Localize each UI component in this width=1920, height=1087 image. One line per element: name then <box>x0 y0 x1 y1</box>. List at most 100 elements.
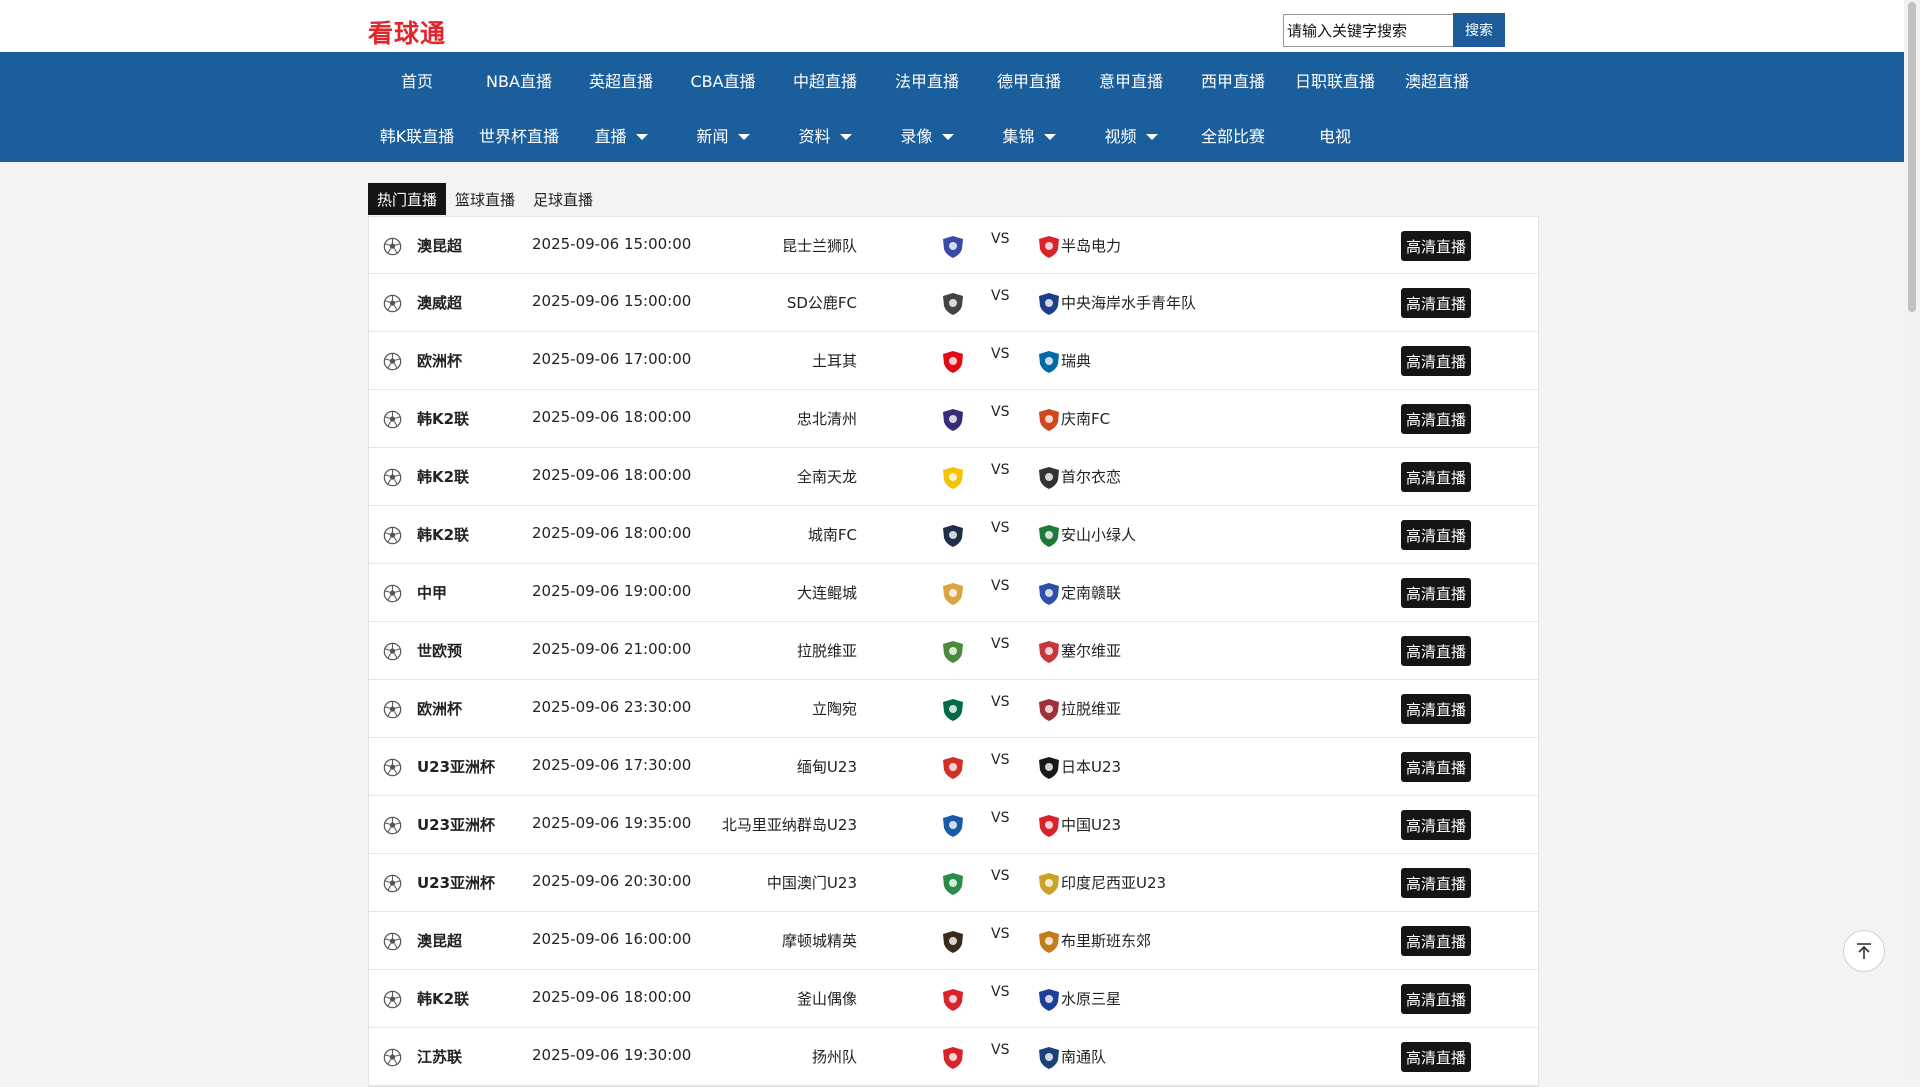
nav-item[interactable]: 视频 <box>1080 107 1182 162</box>
hd-live-button[interactable]: 高清直播 <box>1401 636 1471 666</box>
away-team[interactable]: 瑞典 <box>1061 350 1091 371</box>
away-team[interactable]: 拉脱维亚 <box>1061 698 1121 719</box>
nav-item[interactable]: 意甲直播 <box>1080 52 1182 107</box>
league-name[interactable]: 韩K2联 <box>417 988 469 1009</box>
vs-label: VS <box>991 520 1010 536</box>
nav-item[interactable]: 德甲直播 <box>978 52 1080 107</box>
nav-item[interactable]: 韩K联直播 <box>366 107 468 162</box>
hd-live-button[interactable]: 高清直播 <box>1401 1042 1471 1072</box>
home-team[interactable]: 大连鲲城 <box>797 582 857 603</box>
nav-item[interactable]: 中超直播 <box>774 52 876 107</box>
nav-item[interactable]: 录像 <box>876 107 978 162</box>
league-name[interactable]: 澳昆超 <box>417 930 462 951</box>
match-row: 韩K2联 2025-09-06 18:00:00 忠北清州 VS 庆南FC 高清直播 <box>369 390 1538 448</box>
league-name[interactable]: 欧洲杯 <box>417 698 462 719</box>
away-team[interactable]: 布里斯班东郊 <box>1061 930 1151 951</box>
nav-item[interactable]: 澳超直播 <box>1386 52 1488 107</box>
nav-item-label: 澳超直播 <box>1404 71 1469 91</box>
league-name[interactable]: 江苏联 <box>417 1046 462 1067</box>
live-tabs: 热门直播 篮球直播 足球直播 <box>368 183 602 215</box>
home-team[interactable]: 中国澳门U23 <box>767 872 857 893</box>
hd-live-button[interactable]: 高清直播 <box>1401 346 1471 376</box>
home-team[interactable]: SD公鹿FC <box>787 292 857 313</box>
league-name[interactable]: 世欧预 <box>417 640 462 661</box>
away-team[interactable]: 定南赣联 <box>1061 582 1121 603</box>
nav-item[interactable]: 首页 <box>366 52 468 107</box>
nav-item[interactable]: 集锦 <box>978 107 1080 162</box>
home-team[interactable]: 昆士兰狮队 <box>782 235 857 256</box>
league-name[interactable]: 韩K2联 <box>417 524 469 545</box>
back-to-top-button[interactable] <box>1843 930 1885 972</box>
nav-item[interactable]: 资料 <box>774 107 876 162</box>
league-name[interactable]: 欧洲杯 <box>417 350 462 371</box>
away-team[interactable]: 南通队 <box>1061 1046 1106 1067</box>
away-team[interactable]: 印度尼西亚U23 <box>1061 872 1166 893</box>
nav-item[interactable]: 世界杯直播 <box>468 107 570 162</box>
hd-live-button[interactable]: 高清直播 <box>1401 984 1471 1014</box>
league-name[interactable]: 澳昆超 <box>417 235 462 256</box>
hd-live-button[interactable]: 高清直播 <box>1401 231 1471 261</box>
league-name[interactable]: U23亚洲杯 <box>417 872 495 893</box>
nav-item[interactable]: 日职联直播 <box>1284 52 1386 107</box>
league-name[interactable]: 中甲 <box>417 582 447 603</box>
league-name[interactable]: 韩K2联 <box>417 466 469 487</box>
home-team[interactable]: 扬州队 <box>812 1046 857 1067</box>
scrollbar-thumb[interactable] <box>1908 2 1916 312</box>
nav-item[interactable]: 电视 <box>1284 107 1386 162</box>
soccer-ball-icon <box>383 410 402 429</box>
nav-item[interactable]: 新闻 <box>672 107 774 162</box>
nav-item[interactable]: 英超直播 <box>570 52 672 107</box>
league-name[interactable]: U23亚洲杯 <box>417 756 495 777</box>
hd-live-button[interactable]: 高清直播 <box>1401 520 1471 550</box>
soccer-ball-icon <box>383 874 402 893</box>
hd-live-button[interactable]: 高清直播 <box>1401 462 1471 492</box>
nav-item[interactable]: CBA直播 <box>672 52 774 107</box>
hd-live-button[interactable]: 高清直播 <box>1401 926 1471 956</box>
away-team[interactable]: 中国U23 <box>1061 814 1121 835</box>
home-team[interactable]: 缅甸U23 <box>797 756 857 777</box>
home-team[interactable]: 摩顿城精英 <box>782 930 857 951</box>
match-time: 2025-09-06 15:00:00 <box>532 235 692 253</box>
home-team[interactable]: 忠北清州 <box>797 408 857 429</box>
search-button[interactable]: 搜索 <box>1453 13 1505 47</box>
page-scrollbar[interactable] <box>1904 0 1920 1080</box>
search-input[interactable] <box>1283 14 1453 47</box>
tab-0[interactable]: 热门直播 <box>368 183 447 215</box>
nav-item[interactable]: 法甲直播 <box>876 52 978 107</box>
caret-down-icon <box>737 133 750 140</box>
away-team[interactable]: 半岛电力 <box>1061 235 1121 256</box>
hd-live-button[interactable]: 高清直播 <box>1401 694 1471 724</box>
nav-item[interactable]: 直播 <box>570 107 672 162</box>
home-team[interactable]: 城南FC <box>808 524 857 545</box>
hd-live-button[interactable]: 高清直播 <box>1401 404 1471 434</box>
away-team[interactable]: 中央海岸水手青年队 <box>1061 292 1196 313</box>
away-team[interactable]: 首尔衣恋 <box>1061 466 1121 487</box>
home-team[interactable]: 北马里亚纳群岛U23 <box>722 814 857 835</box>
site-logo[interactable]: 看球通 <box>368 14 446 50</box>
away-team[interactable]: 庆南FC <box>1061 408 1110 429</box>
nav-item[interactable]: 全部比赛 <box>1182 107 1284 162</box>
home-team[interactable]: 土耳其 <box>812 350 857 371</box>
tab-1[interactable]: 篮球直播 <box>446 183 524 215</box>
hd-live-button[interactable]: 高清直播 <box>1401 868 1471 898</box>
nav-item[interactable]: NBA直播 <box>468 52 570 107</box>
nav-item[interactable]: 西甲直播 <box>1182 52 1284 107</box>
match-time: 2025-09-06 18:00:00 <box>532 408 692 426</box>
hd-live-button[interactable]: 高清直播 <box>1401 752 1471 782</box>
home-team[interactable]: 全南天龙 <box>797 466 857 487</box>
hd-live-button[interactable]: 高清直播 <box>1401 810 1471 840</box>
away-team[interactable]: 安山小绿人 <box>1061 524 1136 545</box>
tab-2[interactable]: 足球直播 <box>524 183 602 215</box>
nav-row-primary: 首页 NBA直播 英超直播 CBA直播 中超直播 法甲直播 德甲直播 意甲直播 西甲直播 日职联直… <box>366 52 1488 107</box>
hd-live-button[interactable]: 高清直播 <box>1401 578 1471 608</box>
hd-live-button[interactable]: 高清直播 <box>1401 288 1471 318</box>
away-team[interactable]: 日本U23 <box>1061 756 1121 777</box>
home-team[interactable]: 拉脱维亚 <box>797 640 857 661</box>
away-team[interactable]: 塞尔维亚 <box>1061 640 1121 661</box>
league-name[interactable]: U23亚洲杯 <box>417 814 495 835</box>
league-name[interactable]: 澳威超 <box>417 292 462 313</box>
home-team[interactable]: 釜山偶像 <box>797 988 857 1009</box>
league-name[interactable]: 韩K2联 <box>417 408 469 429</box>
away-team[interactable]: 水原三星 <box>1061 988 1121 1009</box>
home-team[interactable]: 立陶宛 <box>812 698 857 719</box>
